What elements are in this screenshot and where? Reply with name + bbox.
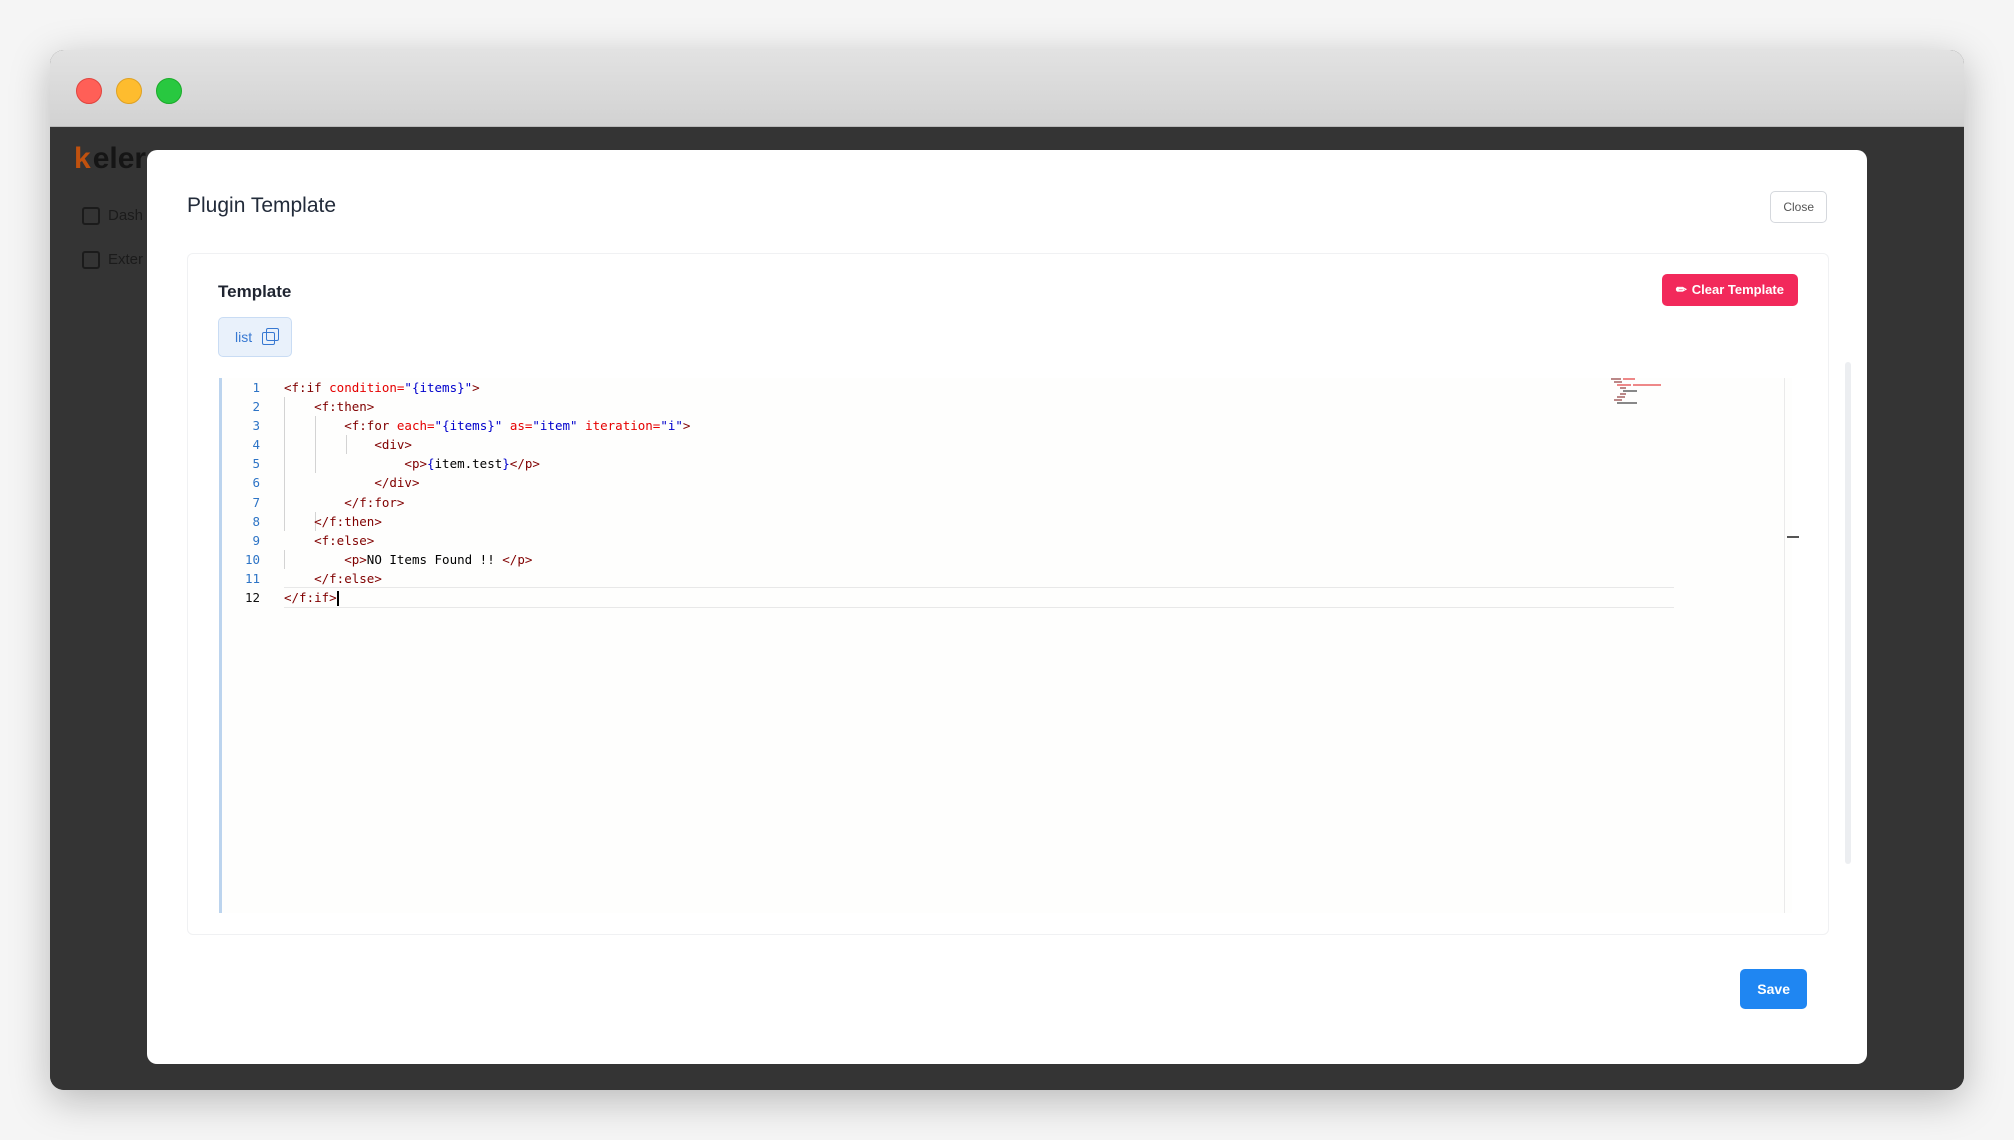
code-line: </div>: [374, 475, 420, 491]
plugin-template-modal: Plugin Template Close Template ✏ Clear Te…: [147, 150, 1867, 1064]
modal-title: Plugin Template: [187, 194, 337, 217]
line-number: 10: [244, 551, 260, 567]
editor-minimap[interactable]: [1611, 378, 1671, 404]
line-number: 7: [252, 494, 260, 510]
code-line: <f:if condition="{items}">: [284, 380, 480, 395]
clear-template-label: Clear Template: [1691, 282, 1784, 297]
code-editor[interactable]: 1 2 3 4 5 6 7 8 9 10 11 12 <f:if conditi…: [219, 378, 1799, 913]
sidebar-item-extensions[interactable]: Exter: [82, 251, 144, 270]
text-cursor: [336, 591, 339, 607]
code-line-active: </f:if>: [284, 587, 1674, 609]
copy-icon[interactable]: [262, 327, 280, 345]
editor-scroll-position-marker: [1787, 536, 1799, 538]
minimize-window-button[interactable]: [116, 78, 142, 104]
line-number: 8: [252, 513, 260, 529]
line-number: 4: [252, 437, 260, 453]
clear-template-button[interactable]: ✏ Clear Template: [1661, 274, 1798, 306]
panel-scrollbar[interactable]: [1845, 362, 1851, 864]
maximize-window-button[interactable]: [156, 78, 182, 104]
logo-mark-icon: k: [74, 142, 91, 175]
line-number: 2: [252, 399, 260, 415]
code-line: <p>NO Items Found !! </p>: [344, 551, 533, 567]
app-logo: keler: [74, 142, 146, 176]
code-line: <f:else>: [314, 532, 375, 548]
code-line: <div>: [374, 437, 412, 453]
close-button[interactable]: Close: [1770, 191, 1827, 223]
code-line: </f:for>: [344, 494, 405, 510]
extensions-icon: [82, 251, 100, 270]
line-number: 11: [244, 570, 260, 586]
eraser-icon: ✏: [1675, 282, 1687, 297]
template-panel: Template ✏ Clear Template list 1 2 3 4 5 …: [187, 253, 1851, 935]
variable-tag-list[interactable]: list: [218, 317, 293, 357]
line-number: 6: [252, 475, 260, 491]
line-number: 3: [252, 418, 260, 434]
line-number: 1: [252, 380, 260, 395]
sidebar-item-dashboard[interactable]: Dash: [82, 207, 144, 226]
code-line: </f:else>: [314, 570, 382, 586]
close-window-button[interactable]: [76, 78, 102, 104]
line-number-active: 12: [244, 590, 260, 606]
sidebar-item-label: Dash: [108, 207, 144, 224]
line-numbers: 1 2 3 4 5 6 7 8 9 10 11 12: [222, 378, 260, 607]
code-line: </f:then>: [314, 513, 382, 529]
section-title: Template: [218, 282, 292, 301]
code-line: <f:then>: [314, 399, 375, 415]
variable-tag-label: list: [235, 329, 253, 345]
code-line: <p>{item.test}</p>: [404, 456, 540, 472]
sidebar-item-label: Exter: [108, 251, 144, 268]
code-content[interactable]: <f:if condition="{items}"> <f:then> <f:f…: [284, 378, 1674, 609]
title-bar: [50, 50, 1964, 127]
line-number: 9: [252, 532, 260, 548]
editor-scrollbar-track[interactable]: [1784, 378, 1785, 913]
app-window: keler Dash Exter Plugin Template Close T…: [50, 50, 1964, 1090]
logo-text: eler: [92, 142, 147, 175]
line-number: 5: [252, 456, 260, 472]
code-line: <f:for each="{items}" as="item" iteratio…: [344, 418, 691, 434]
save-button[interactable]: Save: [1740, 969, 1807, 1009]
grid-icon: [82, 207, 100, 226]
